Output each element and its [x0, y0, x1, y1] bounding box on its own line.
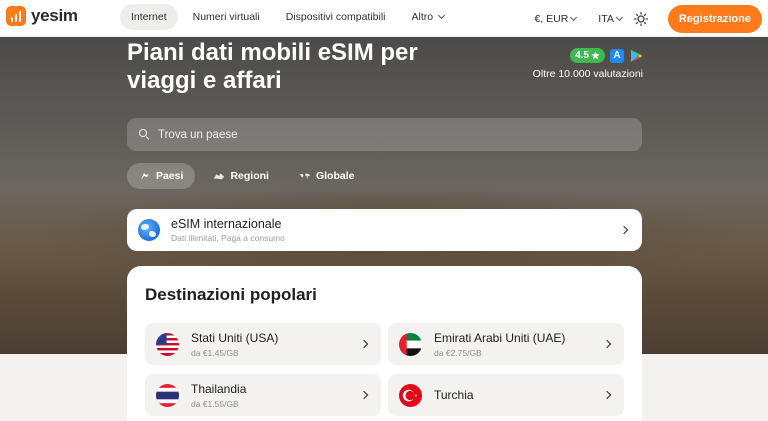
destination-name: Emirati Arabi Uniti (UAE): [434, 331, 566, 345]
nav-compatible-devices[interactable]: Dispositivi compatibili: [275, 4, 397, 30]
nav-virtual-numbers-label: Numeri virtuali: [192, 11, 260, 23]
main-nav: Internet Numeri virtuali Dispositivi com…: [120, 4, 455, 30]
country-search-input[interactable]: Trova un paese: [127, 118, 642, 151]
international-esim-title: eSIM internazionale: [171, 217, 282, 231]
destination-name: Turchia: [434, 388, 474, 402]
destination-uae[interactable]: Emirati Arabi Uniti (UAE) da €2.75/GB: [388, 323, 624, 365]
currency-selector[interactable]: €, EUR: [534, 12, 578, 25]
thailand-flag-icon: [156, 384, 179, 407]
header-controls: €, EUR ITA Registrazione: [534, 0, 768, 37]
google-play-icon[interactable]: [629, 49, 643, 63]
language-label: ITA: [598, 12, 614, 25]
uae-flag-icon: [399, 333, 422, 356]
tab-regions[interactable]: Regioni: [201, 163, 281, 189]
nav-internet-label: Internet: [131, 11, 167, 23]
globe-icon: [138, 219, 160, 241]
destination-turkey[interactable]: Turchia: [388, 374, 624, 416]
nav-more-dropdown[interactable]: Altro: [401, 4, 456, 30]
popular-destinations-panel: Destinazioni popolari Stati Uniti (USA) …: [127, 266, 642, 421]
rating-value: 4.5: [575, 50, 589, 61]
destination-usa[interactable]: Stati Uniti (USA) da €1.45/GB: [145, 323, 381, 365]
nav-more-label: Altro: [411, 11, 434, 23]
top-navigation-bar: yesim Internet Numeri virtuali Dispositi…: [0, 0, 768, 37]
page-title: Piani dati mobili eSIM per viaggi e affa…: [127, 39, 418, 94]
regions-map-icon: [214, 173, 225, 180]
currency-label: €, EUR: [534, 12, 569, 25]
chevron-down-icon: [615, 13, 623, 21]
star-icon: [591, 51, 600, 60]
logo-signal-icon: [6, 6, 26, 26]
logo-text: yesim: [31, 6, 78, 25]
nav-compatible-devices-label: Dispositivi compatibili: [285, 11, 386, 23]
chevron-right-icon: [602, 339, 612, 349]
world-map-icon: [299, 173, 311, 179]
language-selector[interactable]: ITA: [598, 12, 623, 25]
search-placeholder: Trova un paese: [158, 128, 238, 141]
nav-virtual-numbers[interactable]: Numeri virtuali: [182, 4, 271, 30]
app-store-icon[interactable]: A: [610, 48, 624, 63]
turkey-flag-icon: [399, 384, 422, 407]
chevron-down-icon: [570, 13, 578, 21]
destination-thailand[interactable]: Thailandia da €1.55/GB: [145, 374, 381, 416]
chevron-right-icon: [619, 225, 629, 235]
search-icon: [139, 129, 150, 141]
usa-flag-icon: [156, 333, 179, 356]
destination-name: Stati Uniti (USA): [191, 331, 279, 345]
chevron-right-icon: [359, 390, 369, 400]
sun-icon: [633, 11, 648, 26]
international-esim-card[interactable]: eSIM internazionale Dati illimitati, Pag…: [127, 209, 642, 251]
destination-name: Thailandia: [191, 382, 247, 396]
app-rating-block: 4.5 A Oltre 10.000 valutazioni: [530, 48, 643, 80]
tab-global[interactable]: Globale: [287, 163, 367, 189]
destination-price: da €1.45/GB: [191, 348, 239, 358]
popular-destinations-title: Destinazioni popolari: [145, 285, 317, 304]
chevron-right-icon: [359, 339, 369, 349]
map-pin-flag-icon: [141, 173, 149, 180]
theme-toggle-sun-icon[interactable]: [633, 11, 648, 26]
nav-internet[interactable]: Internet: [120, 4, 178, 30]
destination-price: da €2.75/GB: [434, 348, 482, 358]
chevron-right-icon: [602, 390, 612, 400]
chevron-down-icon: [438, 11, 446, 20]
rating-badge: 4.5: [570, 48, 605, 63]
tab-countries[interactable]: Paesi: [127, 163, 196, 189]
register-button[interactable]: Registrazione: [667, 4, 762, 33]
coverage-tabs: Paesi Regioni Globale: [127, 163, 366, 189]
yesim-logo[interactable]: yesim: [6, 6, 78, 26]
destination-price: da €1.55/GB: [191, 399, 239, 409]
tab-global-label: Globale: [315, 170, 355, 182]
tab-regions-label: Regioni: [230, 170, 269, 182]
reviews-count: Oltre 10.000 valutazioni: [532, 68, 643, 80]
international-esim-subtitle: Dati illimitati, Paga a consumo: [171, 233, 285, 243]
tab-countries-label: Paesi: [156, 170, 184, 182]
